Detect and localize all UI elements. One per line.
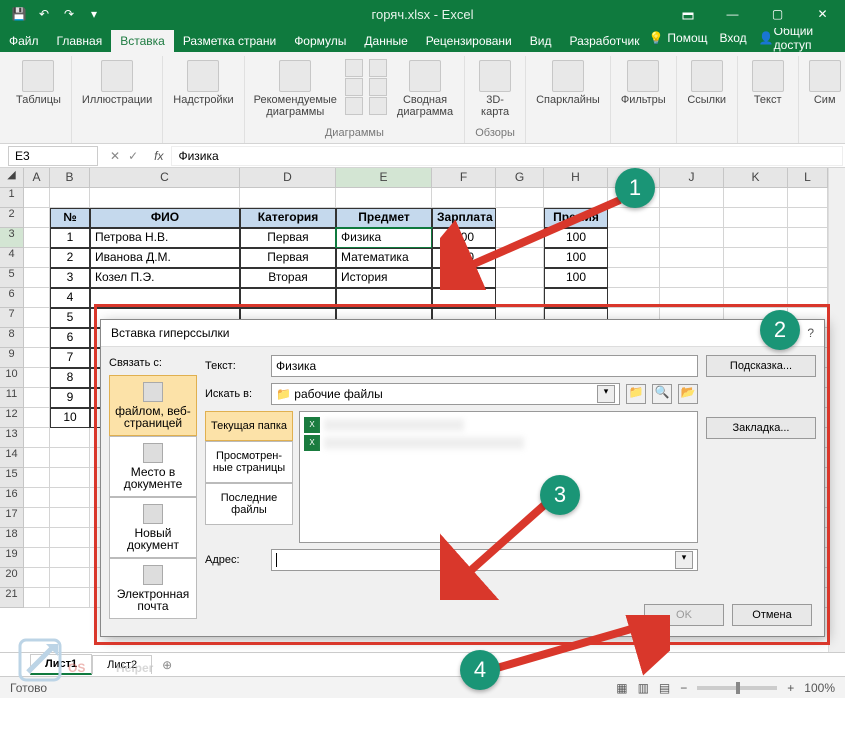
illustrations-button[interactable]: Иллюстрации — [78, 58, 156, 108]
text-button[interactable]: Текст — [744, 58, 792, 108]
link-to-place-option[interactable]: Место в документе — [109, 436, 197, 497]
annotation-arrow-1 — [440, 190, 640, 290]
viewed-pages-tab[interactable]: Просмотрен- ные страницы — [205, 441, 293, 483]
accept-formula-icon[interactable]: ✓ — [128, 149, 138, 163]
symbols-button[interactable]: Сим — [805, 58, 845, 108]
cancel-button[interactable]: Отмена — [732, 604, 812, 626]
tab-review[interactable]: Рецензировани — [417, 30, 521, 52]
annotation-badge-4: 4 — [460, 650, 500, 690]
chart-pie-icon[interactable] — [345, 97, 363, 115]
tab-layout[interactable]: Разметка страни — [174, 30, 285, 52]
maximize-icon[interactable]: ▢ — [755, 0, 800, 28]
annotation-badge-1: 1 — [615, 168, 655, 208]
chevron-down-icon[interactable]: ▾ — [675, 551, 693, 569]
fx-icon[interactable]: fx — [148, 149, 169, 163]
vertical-scrollbar[interactable] — [828, 168, 845, 652]
tab-home[interactable]: Главная — [48, 30, 112, 52]
tab-formulas[interactable]: Формулы — [285, 30, 355, 52]
link-to-file-option[interactable]: файлом, веб-страницей — [109, 375, 197, 436]
chevron-down-icon[interactable]: ▾ — [597, 385, 615, 403]
bookmark-button[interactable]: Закладка... — [706, 417, 816, 439]
ribbon-options-icon[interactable] — [665, 0, 710, 28]
tell-me[interactable]: Помощ — [667, 31, 707, 45]
3dmap-button[interactable]: 3D-карта — [471, 58, 519, 120]
redo-icon[interactable]: ↷ — [58, 3, 80, 25]
search-in-label: Искать в: — [205, 388, 265, 400]
file-web-icon — [143, 382, 163, 402]
watermark-logo: OS Helper — [18, 636, 248, 684]
close-icon[interactable]: ✕ — [800, 0, 845, 28]
display-text-input[interactable] — [271, 355, 698, 377]
chart-other-icon[interactable] — [369, 97, 387, 115]
zoom-slider[interactable] — [697, 686, 777, 690]
zoom-out-icon[interactable]: − — [680, 681, 687, 695]
current-folder-tab[interactable]: Текущая папка — [205, 411, 293, 441]
formula-input[interactable] — [171, 146, 843, 166]
filters-button[interactable]: Фильтры — [617, 58, 670, 108]
link-with-label: Связать с: — [109, 355, 197, 375]
links-button[interactable]: Ссылки — [683, 58, 731, 108]
folder-combo[interactable]: 📁 рабочие файлы▾ — [271, 383, 620, 405]
chart-scatter-icon[interactable] — [369, 78, 387, 96]
excel-file-icon: X — [304, 417, 320, 433]
svg-text:OS: OS — [68, 661, 85, 675]
browse-web-icon[interactable]: 🔍 — [652, 384, 672, 404]
tab-file[interactable]: Файл — [0, 30, 48, 52]
list-item[interactable]: X — [304, 416, 693, 434]
pivotchart-button[interactable]: Сводная диаграмма — [392, 58, 458, 120]
addins-button[interactable]: Надстройки — [169, 58, 237, 108]
share-button[interactable]: Общий доступ — [774, 24, 837, 52]
sparklines-button[interactable]: Спарклайны — [532, 58, 604, 108]
text-label: Текст: — [205, 360, 265, 372]
undo-icon[interactable]: ↶ — [33, 3, 55, 25]
chart-bar-icon[interactable] — [345, 59, 363, 77]
email-icon — [143, 565, 163, 585]
address-label: Адрес: — [205, 554, 265, 566]
titlebar: 💾 ↶ ↷ ▾ горяч.xlsx - Excel — ▢ ✕ — [0, 0, 845, 28]
document-place-icon — [143, 443, 163, 463]
browse-file-icon[interactable]: 📂 — [678, 384, 698, 404]
recommended-charts-button[interactable]: Рекомендуемые диаграммы — [251, 58, 340, 120]
cancel-formula-icon[interactable]: ✕ — [110, 149, 120, 163]
annotation-badge-3: 3 — [540, 475, 580, 515]
chart-area-icon[interactable] — [369, 59, 387, 77]
annotation-badge-2: 2 — [760, 310, 800, 350]
excel-file-icon: X — [304, 435, 320, 451]
tab-view[interactable]: Вид — [521, 30, 561, 52]
formula-bar: ✕ ✓ fx — [0, 144, 845, 168]
recent-files-tab[interactable]: Последние файлы — [205, 483, 293, 525]
new-document-icon — [143, 504, 163, 524]
dialog-help-icon[interactable]: ? — [807, 326, 814, 340]
tables-button[interactable]: Таблицы — [12, 58, 65, 108]
tab-data[interactable]: Данные — [355, 30, 416, 52]
link-to-email-option[interactable]: Электронная почта — [109, 558, 197, 619]
up-folder-icon[interactable]: 📁 — [626, 384, 646, 404]
link-to-new-option[interactable]: Новый документ — [109, 497, 197, 558]
zoom-level[interactable]: 100% — [804, 681, 835, 695]
annotation-arrow-4 — [480, 615, 670, 685]
dialog-title: Вставка гиперссылки — [111, 326, 229, 340]
zoom-in-icon[interactable]: + — [787, 681, 794, 695]
ribbon: Таблицы Иллюстрации Надстройки Рекоменду… — [0, 52, 845, 144]
tab-insert[interactable]: Вставка — [111, 30, 174, 52]
qat-dropdown-icon[interactable]: ▾ — [83, 3, 105, 25]
svg-text:Helper: Helper — [116, 661, 154, 675]
ribbon-tabs: Файл Главная Вставка Разметка страни Фор… — [0, 28, 845, 52]
chart-line-icon[interactable] — [345, 78, 363, 96]
minimize-icon[interactable]: — — [710, 0, 755, 28]
save-icon[interactable]: 💾 — [8, 3, 30, 25]
name-box[interactable] — [8, 146, 98, 166]
list-item[interactable]: X — [304, 434, 693, 452]
window-title: горяч.xlsx - Excel — [372, 7, 474, 22]
tab-developer[interactable]: Разработчик — [560, 30, 648, 52]
login-link[interactable]: Вход — [720, 31, 747, 45]
screentip-button[interactable]: Подсказка... — [706, 355, 816, 377]
